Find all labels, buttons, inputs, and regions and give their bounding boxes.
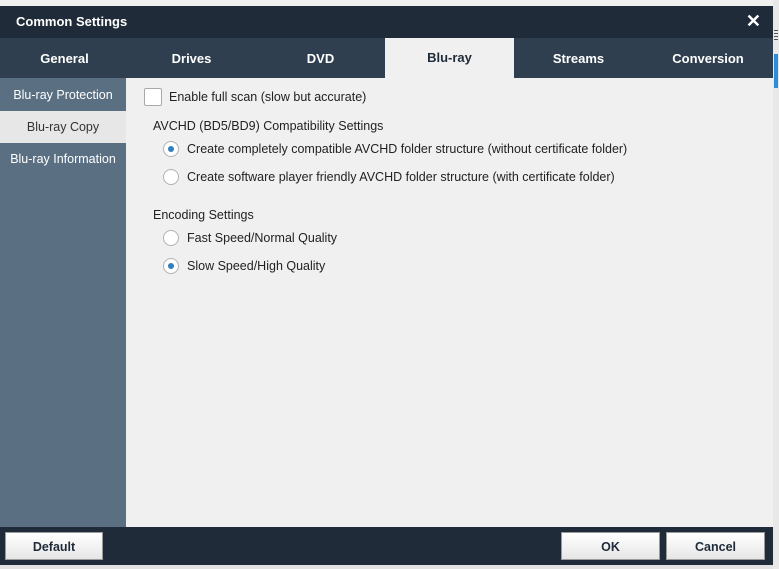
tab-bar: General Drives DVD Blu-ray Streams Conve… bbox=[0, 38, 773, 78]
background-app-edge bbox=[772, 0, 779, 569]
slow-speed-radio[interactable] bbox=[163, 258, 179, 274]
avchd-player-friendly-label: Create software player friendly AVCHD fo… bbox=[187, 170, 615, 184]
tab-dvd[interactable]: DVD bbox=[256, 38, 385, 78]
avchd-player-friendly-radio[interactable] bbox=[163, 169, 179, 185]
dialog-title: Common Settings bbox=[16, 14, 128, 29]
default-button[interactable]: Default bbox=[5, 532, 103, 560]
fast-speed-radio[interactable] bbox=[163, 230, 179, 246]
close-icon[interactable]: ✕ bbox=[746, 11, 761, 31]
background-accent bbox=[774, 54, 778, 88]
footer-bar: Default OK Cancel bbox=[0, 527, 773, 569]
grip-icon bbox=[774, 30, 778, 40]
encoding-heading: Encoding Settings bbox=[153, 208, 254, 222]
sidebar-item-bluray-copy[interactable]: Blu-ray Copy bbox=[0, 111, 126, 143]
full-scan-checkbox[interactable] bbox=[144, 88, 162, 106]
tab-bluray[interactable]: Blu-ray bbox=[385, 38, 514, 78]
cancel-button[interactable]: Cancel bbox=[666, 532, 765, 560]
tab-general[interactable]: General bbox=[0, 38, 129, 78]
tab-conversion[interactable]: Conversion bbox=[643, 38, 773, 78]
slow-speed-label: Slow Speed/High Quality bbox=[187, 259, 326, 273]
tab-drives[interactable]: Drives bbox=[127, 38, 256, 78]
title-bar: Common Settings ✕ bbox=[0, 6, 773, 38]
settings-panel: Enable full scan (slow but accurate) AVC… bbox=[126, 78, 773, 527]
sidebar-item-bluray-information[interactable]: Blu-ray Information bbox=[0, 143, 126, 175]
sidebar: Blu-ray Protection Blu-ray Copy Blu-ray … bbox=[0, 78, 126, 527]
settings-dialog: Common Settings ✕ General Drives DVD Blu… bbox=[0, 0, 773, 569]
background-app-bottom bbox=[0, 565, 773, 569]
tab-streams[interactable]: Streams bbox=[514, 38, 643, 78]
avchd-heading: AVCHD (BD5/BD9) Compatibility Settings bbox=[153, 119, 384, 133]
ok-button[interactable]: OK bbox=[561, 532, 660, 560]
fast-speed-label: Fast Speed/Normal Quality bbox=[187, 231, 338, 245]
avchd-compatible-label: Create completely compatible AVCHD folde… bbox=[187, 142, 628, 156]
full-scan-label: Enable full scan (slow but accurate) bbox=[169, 90, 367, 104]
sidebar-item-bluray-protection[interactable]: Blu-ray Protection bbox=[0, 79, 126, 111]
avchd-compatible-radio[interactable] bbox=[163, 141, 179, 157]
